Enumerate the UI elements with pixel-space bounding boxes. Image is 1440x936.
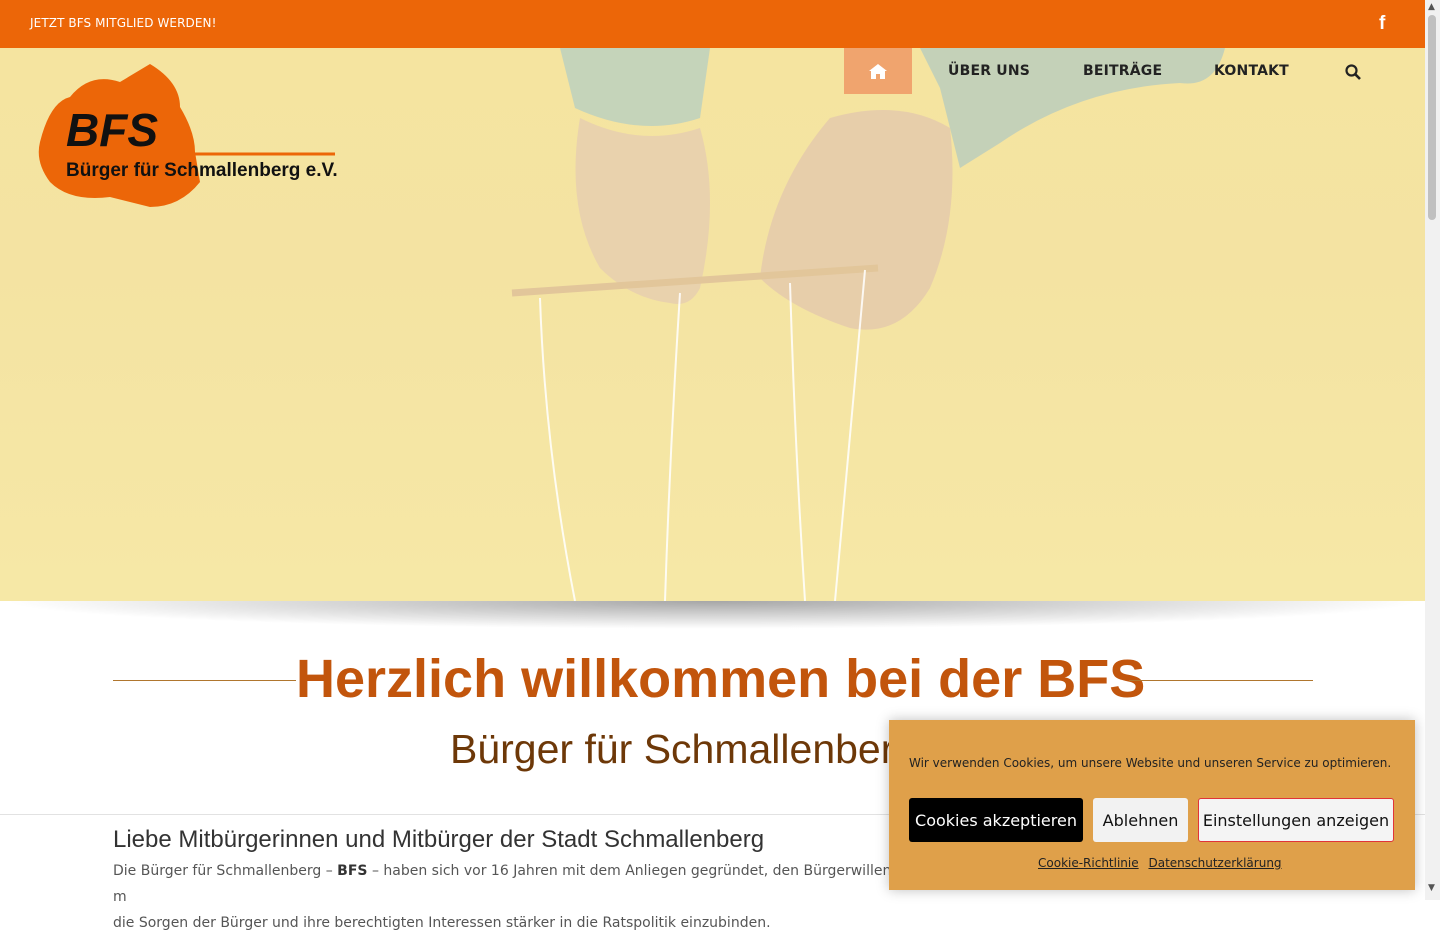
hero-shadow: [0, 601, 1425, 629]
scrollbar-thumb[interactable]: [1428, 15, 1436, 220]
title-rule-right: [1129, 680, 1313, 681]
hero-banner: BFS Bürger für Schmallenberg e.V.: [0, 48, 1425, 601]
accept-cookies-button[interactable]: Cookies akzeptieren: [909, 798, 1083, 842]
home-icon: [869, 64, 887, 79]
nav-item-ueber-uns[interactable]: ÜBER UNS: [948, 63, 1030, 79]
scroll-down-arrow-icon[interactable]: ▼: [1428, 883, 1435, 893]
logo-acronym: BFS: [66, 104, 158, 156]
intro-line-2: die Sorgen der Bürger und ihre berechtig…: [113, 915, 771, 931]
join-member-link[interactable]: JETZT BFS MITGLIED WERDEN!: [30, 16, 217, 30]
logo-name: Bürger für Schmallenberg e.V.: [66, 160, 338, 181]
cookie-banner: Wir verwenden Cookies, um unsere Website…: [889, 720, 1415, 890]
scroll-up-arrow-icon[interactable]: ▲: [1428, 2, 1435, 12]
nav-item-kontakt[interactable]: KONTAKT: [1214, 63, 1289, 79]
search-icon[interactable]: [1345, 64, 1361, 80]
cookie-links: Cookie-Richtlinie Datenschutzerklärung: [1038, 856, 1288, 870]
deny-cookies-button[interactable]: Ablehnen: [1093, 798, 1188, 842]
intro-bold: BFS: [337, 863, 368, 879]
page-title: Herzlich willkommen bei der BFS: [296, 649, 1146, 709]
facebook-icon[interactable]: f: [1379, 14, 1395, 33]
privacy-policy-link[interactable]: Datenschutzerklärung: [1148, 856, 1281, 870]
title-rule-left: [113, 680, 296, 681]
cookie-settings-button[interactable]: Einstellungen anzeigen: [1198, 798, 1394, 842]
nav-home[interactable]: [844, 48, 912, 94]
cookie-message: Wir verwenden Cookies, um unsere Website…: [909, 756, 1392, 770]
intro-text: Die Bürger für Schmallenberg –: [113, 863, 338, 879]
scrollbar[interactable]: ▲ ▼: [1425, 0, 1440, 900]
intro-paragraph: Die Bürger für Schmallenberg – BFS – hab…: [113, 858, 893, 936]
cookie-policy-link[interactable]: Cookie-Richtlinie: [1038, 856, 1139, 870]
section-heading: Liebe Mitbürgerinnen und Mitbürger der S…: [113, 826, 765, 853]
page-subtitle: Bürger für Schmallenberg: [450, 726, 918, 772]
top-bar: JETZT BFS MITGLIED WERDEN! f: [0, 0, 1425, 48]
nav-item-beitraege[interactable]: BEITRÄGE: [1083, 63, 1162, 79]
bfs-logo[interactable]: BFS Bürger für Schmallenberg e.V.: [30, 62, 340, 212]
